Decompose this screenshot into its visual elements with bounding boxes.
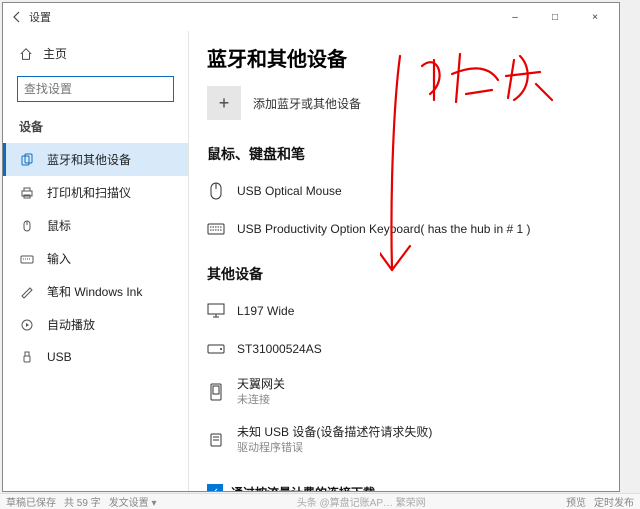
window-title: 设置 xyxy=(29,9,51,25)
nav-label: 蓝牙和其他设备 xyxy=(47,151,131,168)
footer-schedule[interactable]: 定时发布 xyxy=(594,494,634,509)
pen-icon xyxy=(19,284,35,300)
sidebar-section-label: 设备 xyxy=(3,114,188,143)
nav-autoplay[interactable]: 自动播放 xyxy=(3,308,188,341)
home-label: 主页 xyxy=(43,45,67,62)
nav-typing[interactable]: 输入 xyxy=(3,242,188,275)
autoplay-icon xyxy=(19,317,35,333)
maximize-button[interactable]: □ xyxy=(535,3,575,31)
keyboard-icon xyxy=(19,251,35,267)
device-status: 驱动程序错误 xyxy=(237,441,432,456)
back-icon[interactable] xyxy=(11,11,23,23)
add-device-row[interactable]: + 添加蓝牙或其他设备 xyxy=(207,86,601,120)
nav-label: USB xyxy=(47,350,72,364)
gateway-icon xyxy=(207,381,225,403)
minimize-button[interactable]: – xyxy=(495,3,535,31)
nav-pen-ink[interactable]: 笔和 Windows Ink xyxy=(3,275,188,308)
section-other-devices: 其他设备 xyxy=(207,264,601,284)
nav-label: 笔和 Windows Ink xyxy=(47,283,142,300)
usb-icon xyxy=(19,349,35,365)
mouse-device-icon xyxy=(207,180,225,202)
device-name: 未知 USB 设备(设备描述符请求失败) xyxy=(237,424,432,441)
metered-download-row[interactable]: ✓ 通过按流量计费的连接下载 为避免产生额外的费用，当此开关闭此功能，这样当你使… xyxy=(207,484,601,491)
editor-footer: 草稿已保存 共 59 字 发文设置 ▾ 头条 @算盘记账AP… 繁荣网 预览 定… xyxy=(0,493,640,509)
home-icon xyxy=(19,47,33,61)
nav-label: 自动播放 xyxy=(47,316,95,333)
device-status: 未连接 xyxy=(237,393,285,408)
device-name: L197 Wide xyxy=(237,303,294,320)
device-row-monitor[interactable]: L197 Wide xyxy=(207,294,601,332)
watermark: 头条 @算盘记账AP… 繁荣网 xyxy=(297,494,426,509)
sidebar: 主页 设备 蓝牙和其他设备 打印机和扫描仪 鼠标 输入 xyxy=(3,31,189,491)
page-title: 蓝牙和其他设备 xyxy=(207,43,601,72)
metered-checkbox[interactable]: ✓ xyxy=(207,484,223,491)
printer-icon xyxy=(19,185,35,201)
device-row-drive[interactable]: ST31000524AS xyxy=(207,332,601,370)
nav-label: 输入 xyxy=(47,250,71,267)
footer-preview[interactable]: 预览 xyxy=(566,494,586,509)
home-link[interactable]: 主页 xyxy=(3,39,188,68)
section-mouse-keyboard-pen: 鼠标、键盘和笔 xyxy=(207,144,601,164)
device-row-mouse[interactable]: USB Optical Mouse xyxy=(207,174,601,212)
device-name: USB Optical Mouse xyxy=(237,183,342,200)
keyboard-device-icon xyxy=(207,218,225,240)
mouse-icon xyxy=(19,218,35,234)
nav-bluetooth-devices[interactable]: 蓝牙和其他设备 xyxy=(3,143,188,176)
device-row-gateway[interactable]: 天翼网关 未连接 xyxy=(207,370,601,418)
nav-printers[interactable]: 打印机和扫描仪 xyxy=(3,176,188,209)
device-name: USB Productivity Option Keyboard( has th… xyxy=(237,221,531,238)
nav-mouse[interactable]: 鼠标 xyxy=(3,209,188,242)
footer-publish-settings[interactable]: 发文设置 ▾ xyxy=(109,494,157,509)
titlebar: 设置 – □ × xyxy=(3,3,619,31)
monitor-icon xyxy=(207,300,225,322)
drive-icon xyxy=(207,338,225,360)
settings-window: 设置 – □ × 主页 设备 蓝牙和其他设备 xyxy=(2,2,620,492)
device-name: ST31000524AS xyxy=(237,341,322,358)
close-button[interactable]: × xyxy=(575,3,615,31)
footer-chars: 共 59 字 xyxy=(64,494,101,509)
device-row-unknown-usb[interactable]: 未知 USB 设备(设备描述符请求失败) 驱动程序错误 xyxy=(207,418,601,466)
add-device-button[interactable]: + xyxy=(207,86,241,120)
content-area[interactable]: 蓝牙和其他设备 + 添加蓝牙或其他设备 鼠标、键盘和笔 USB Optical … xyxy=(189,31,619,491)
unknown-device-icon xyxy=(207,429,225,451)
nav-label: 鼠标 xyxy=(47,217,71,234)
add-device-label: 添加蓝牙或其他设备 xyxy=(253,95,361,112)
search-input[interactable] xyxy=(17,76,174,102)
nav-label: 打印机和扫描仪 xyxy=(47,184,131,201)
device-row-keyboard[interactable]: USB Productivity Option Keyboard( has th… xyxy=(207,212,601,250)
metered-label: 通过按流量计费的连接下载 xyxy=(231,484,601,491)
nav-usb[interactable]: USB xyxy=(3,341,188,373)
bluetooth-icon xyxy=(19,152,35,168)
footer-saved: 草稿已保存 xyxy=(6,494,56,509)
device-name: 天翼网关 xyxy=(237,376,285,393)
